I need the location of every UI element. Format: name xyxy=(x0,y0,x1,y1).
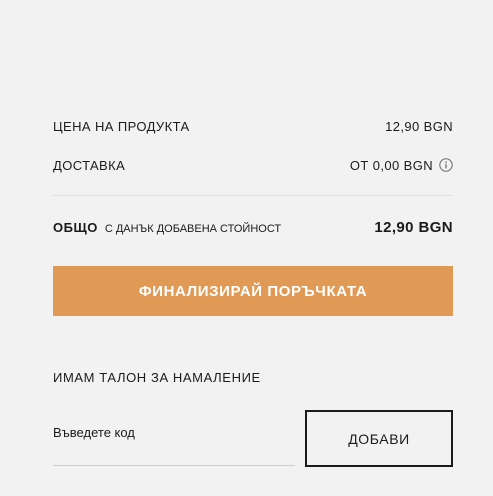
delivery-row: ДОСТАВКА ОТ 0,00 BGN xyxy=(53,156,453,174)
add-coupon-button[interactable]: ДОБАВИ xyxy=(305,410,453,467)
checkout-button[interactable]: ФИНАЛИЗИРАЙ ПОРЪЧКАТА xyxy=(53,266,453,316)
summary-divider xyxy=(53,195,453,196)
vat-note: С ДАНЪК ДОБАВЕНА СТОЙНОСТ xyxy=(104,222,282,235)
delivery-value: ОТ 0,00 BGN xyxy=(349,157,433,173)
product-price-row: ЦЕНА НА ПРОДУКТА 12,90 BGN xyxy=(53,117,453,135)
total-value: 12,90 BGN xyxy=(374,218,453,236)
coupon-code-input[interactable] xyxy=(53,418,295,466)
delivery-value-group: ОТ 0,00 BGN xyxy=(350,158,453,173)
coupon-heading: ИМАМ ТАЛОН ЗА НАМАЛЕНИЕ xyxy=(53,370,261,385)
total-label: ОБЩО xyxy=(53,219,98,235)
info-icon[interactable] xyxy=(439,158,453,172)
product-price-label: ЦЕНА НА ПРОДУКТА xyxy=(53,118,190,134)
product-price-value: 12,90 BGN xyxy=(385,118,453,134)
total-label-group: ОБЩО С ДАНЪК ДОБАВЕНА СТОЙНОСТ xyxy=(53,220,281,235)
delivery-label: ДОСТАВКА xyxy=(53,157,126,173)
total-row: ОБЩО С ДАНЪК ДОБАВЕНА СТОЙНОСТ 12,90 BGN xyxy=(53,217,453,237)
order-summary: ЦЕНА НА ПРОДУКТА 12,90 BGN ДОСТАВКА ОТ 0… xyxy=(53,0,453,496)
